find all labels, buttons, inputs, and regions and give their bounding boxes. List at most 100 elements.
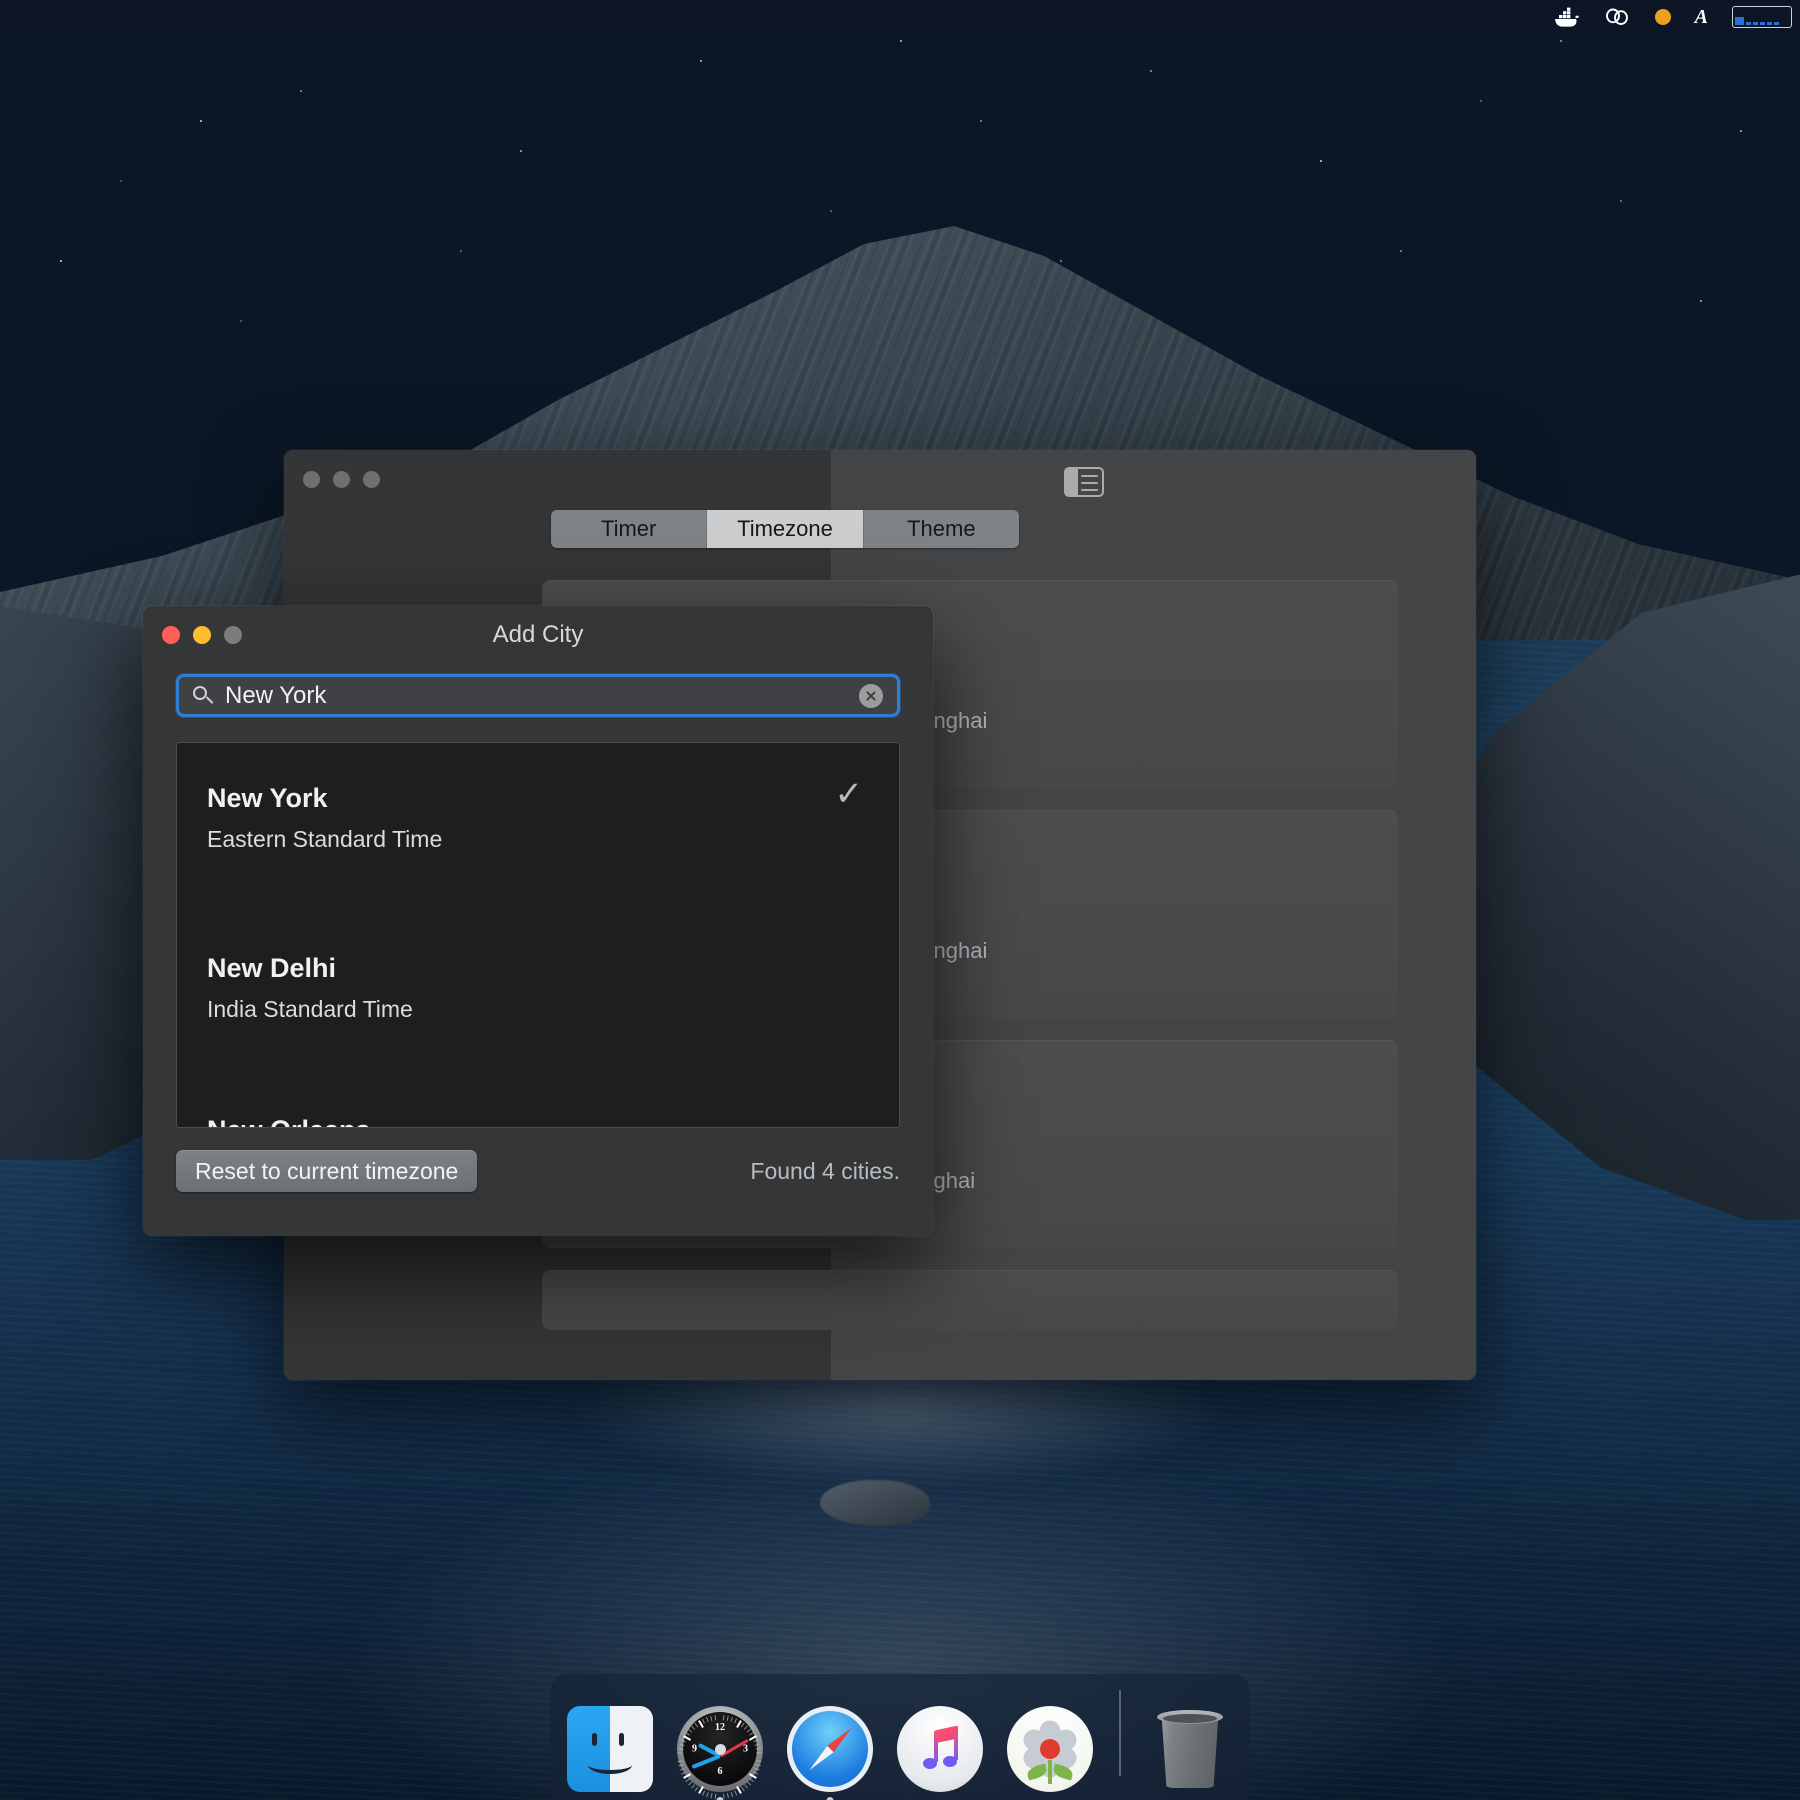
result-city-name: New Orleans — [207, 1115, 869, 1127]
clock-tick — [727, 1715, 730, 1721]
star — [700, 60, 703, 63]
clock-tick — [756, 1760, 762, 1762]
dock-item-itunes[interactable] — [897, 1706, 983, 1792]
add-city-dialog[interactable]: Add City New York New York Eastern Stand… — [143, 606, 933, 1236]
menu-bar: A — [0, 0, 1800, 34]
clock-tick — [678, 1764, 684, 1767]
clock-tick — [678, 1760, 684, 1762]
dock-item-photos[interactable] — [1007, 1706, 1093, 1792]
dock-separator — [1119, 1690, 1121, 1776]
star — [900, 40, 903, 43]
result-row-new-orleans[interactable]: New Orleans — [177, 1023, 899, 1127]
star — [1150, 70, 1153, 73]
star — [520, 150, 522, 152]
clock-tick — [756, 1764, 762, 1767]
dock-item-safari[interactable] — [787, 1706, 873, 1800]
clock-tick — [691, 1725, 696, 1730]
sea-rock — [820, 1480, 930, 1526]
search-icon — [193, 685, 214, 706]
clock-tick — [753, 1771, 759, 1775]
dock-item-trash[interactable] — [1147, 1706, 1233, 1792]
clock-tick — [688, 1728, 693, 1733]
star — [830, 210, 832, 212]
clock-tick — [678, 1752, 684, 1754]
star — [980, 120, 982, 122]
battery-graph-icon[interactable] — [1732, 6, 1792, 28]
clock-tick — [710, 1715, 713, 1721]
search-input-value[interactable]: New York — [225, 682, 859, 710]
dialog-title: Add City — [492, 621, 584, 648]
clock-tick — [749, 1778, 755, 1783]
tab-timer[interactable]: Timer — [551, 510, 708, 548]
clock-tick — [747, 1781, 752, 1786]
dialog-footer: Reset to current timezone Found 4 cities… — [143, 1128, 933, 1236]
star — [1700, 300, 1702, 302]
clock-tick — [727, 1793, 730, 1799]
star — [1400, 250, 1402, 252]
zoom-button[interactable] — [363, 470, 380, 488]
clock-tick — [715, 1715, 717, 1721]
clock-tick — [723, 1715, 725, 1721]
main-window-titlebar[interactable] — [284, 450, 1476, 508]
status-dot-icon[interactable] — [1653, 7, 1673, 27]
star — [1740, 130, 1742, 132]
star — [200, 120, 202, 122]
result-city-name: New Delhi — [207, 953, 337, 983]
search-results-list[interactable]: New York Eastern Standard Time ✓ New Del… — [176, 742, 900, 1128]
clock-tick — [685, 1731, 691, 1736]
clock-tick — [678, 1747, 684, 1750]
clock-tick — [681, 1739, 687, 1743]
clock-tick — [753, 1739, 759, 1743]
result-timezone: India Standard Time — [207, 996, 413, 1022]
clock-tick — [706, 1716, 710, 1722]
clock-tick — [723, 1793, 725, 1799]
found-cities-status: Found 4 cities. — [750, 1158, 900, 1184]
clock-tick — [734, 1790, 738, 1796]
clear-search-icon[interactable] — [859, 683, 883, 708]
creative-cloud-icon[interactable] — [1603, 6, 1631, 28]
clock-tick — [741, 1786, 746, 1792]
clock-tick — [679, 1767, 685, 1771]
clock-tick — [755, 1743, 761, 1747]
clock-tick — [710, 1793, 713, 1799]
star — [1060, 260, 1062, 262]
city-search-field[interactable]: New York — [176, 674, 900, 717]
city-card-next[interactable] — [542, 1270, 1398, 1330]
dock-item-finder[interactable] — [567, 1706, 653, 1792]
mode-tabs[interactable]: Timer Timezone Theme — [551, 510, 1019, 548]
clock-tick — [694, 1722, 699, 1728]
star — [1560, 40, 1563, 43]
clock-tick — [755, 1767, 761, 1771]
dock-item-clock[interactable]: 12 3 6 9 — [677, 1706, 763, 1800]
star — [1480, 100, 1482, 102]
reset-timezone-button[interactable]: Reset to current timezone — [176, 1150, 478, 1192]
clock-tick — [744, 1784, 749, 1789]
input-source-icon[interactable]: A — [1695, 6, 1708, 29]
clock-tick — [683, 1773, 692, 1779]
clock-tick — [702, 1790, 706, 1796]
star — [1320, 160, 1322, 162]
clock-tick — [730, 1716, 734, 1722]
traffic-lights[interactable] — [303, 470, 380, 488]
dock: 12 3 6 9 — [550, 1674, 1250, 1800]
close-button[interactable] — [303, 470, 320, 488]
docker-icon[interactable] — [1553, 6, 1581, 28]
clock-tick — [702, 1718, 706, 1724]
sidebar-toggle-icon[interactable] — [1064, 467, 1104, 497]
result-city-name: New York — [207, 783, 328, 813]
star — [300, 90, 302, 92]
result-row-new-delhi[interactable]: New Delhi India Standard Time — [177, 853, 899, 1023]
star — [460, 250, 462, 252]
tab-theme[interactable]: Theme — [863, 510, 1019, 548]
star — [60, 260, 62, 262]
tab-timezone[interactable]: Timezone — [707, 510, 864, 548]
clock-tick — [756, 1752, 762, 1754]
clock-tick — [730, 1792, 734, 1798]
clock-tick — [756, 1747, 762, 1750]
checkmark-icon: ✓ — [834, 775, 864, 813]
clock-tick — [706, 1792, 710, 1798]
result-row-new-york[interactable]: New York Eastern Standard Time ✓ — [177, 743, 899, 853]
clock-tick — [679, 1743, 685, 1747]
minimize-button[interactable] — [333, 470, 350, 488]
result-timezone: Eastern Standard Time — [207, 826, 443, 852]
